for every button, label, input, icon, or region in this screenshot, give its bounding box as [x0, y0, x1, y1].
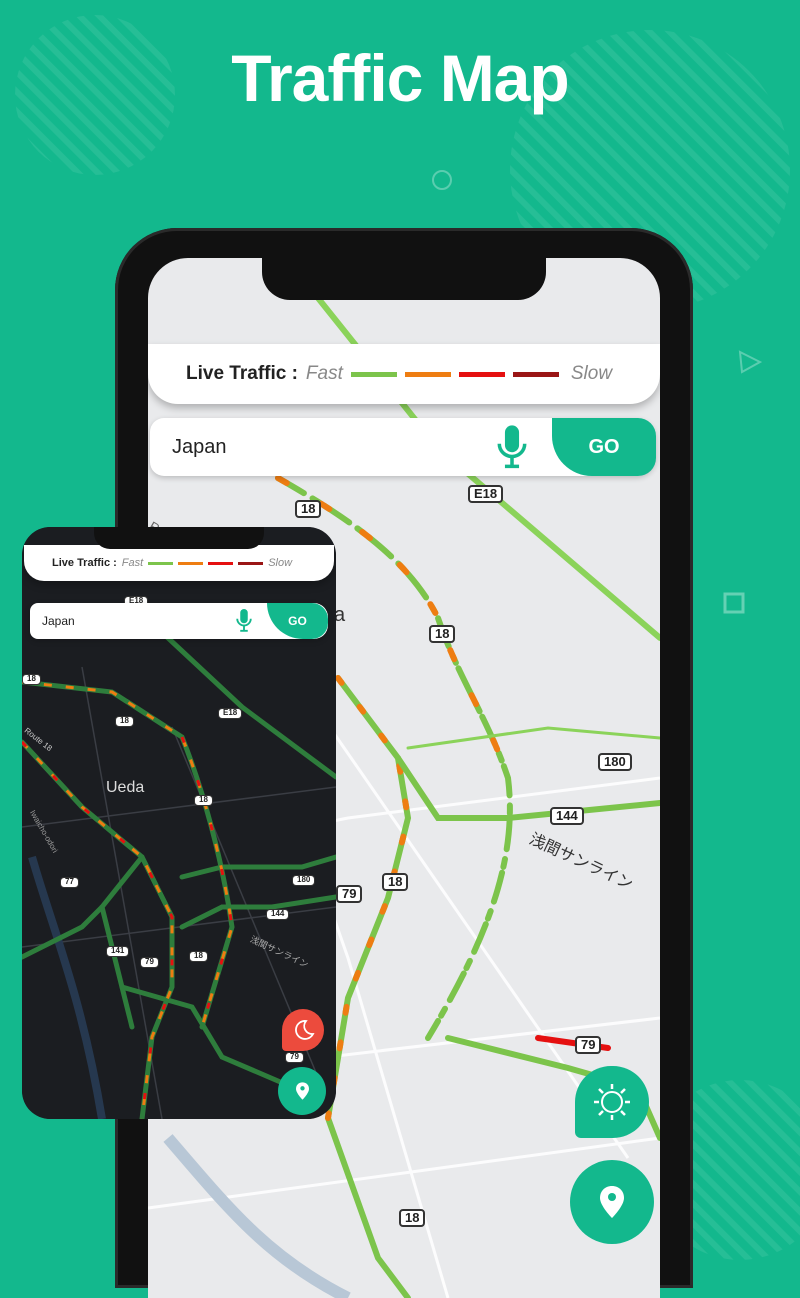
traffic-legend: Live Traffic : Fast Slow [24, 545, 334, 581]
search-bar: Japan GO [150, 418, 656, 476]
legend-bar-slow [512, 371, 559, 377]
legend-bar-heavy [208, 561, 234, 565]
road-shield: 18 [295, 500, 322, 519]
my-location-button[interactable] [278, 1067, 326, 1115]
microphone-icon[interactable] [235, 608, 253, 634]
go-button[interactable]: GO [552, 418, 656, 476]
legend-bar-moderate [178, 561, 204, 565]
road-shield: E18 [468, 485, 504, 504]
location-pin-icon [600, 1186, 624, 1218]
legend-fast: Fast [121, 557, 144, 569]
road-shield: 77 [60, 877, 79, 888]
my-location-button[interactable] [570, 1160, 654, 1244]
traffic-legend: Live Traffic : Fast Slow [148, 344, 660, 404]
inset-phone-frame: E18 18 18 E18 18 180 144 77 141 79 18 18… [22, 527, 336, 1119]
map-label-city: Ueda [106, 779, 145, 796]
road-shield: 144 [266, 909, 290, 920]
road-shield: 18 [194, 795, 213, 806]
legend-slow: Slow [268, 557, 293, 569]
road-shield: 18 [115, 716, 134, 727]
legend-bar-fast [350, 371, 397, 377]
road-shield: 79 [336, 885, 363, 904]
road-shield: 79 [140, 957, 159, 968]
road-shield: 79 [575, 1036, 602, 1055]
road-shield: E18 [218, 708, 243, 719]
search-input[interactable]: Japan [42, 614, 75, 628]
sun-icon [594, 1084, 630, 1120]
search-bar: Japan GO [30, 603, 328, 639]
phone-notch [94, 527, 264, 549]
road-shield: 79 [285, 1052, 304, 1063]
legend-fast: Fast [305, 363, 343, 384]
road-shield: 144 [550, 807, 584, 826]
road-shield: 18 [189, 951, 208, 962]
microphone-icon[interactable] [495, 424, 529, 472]
day-mode-button[interactable] [575, 1066, 649, 1138]
legend-bar-slow [238, 561, 264, 565]
road-shield: 18 [429, 625, 456, 644]
legend-bar-fast [148, 561, 174, 565]
phone-notch [262, 258, 546, 300]
inset-dark-map-screen[interactable]: E18 18 18 E18 18 180 144 77 141 79 18 18… [22, 527, 336, 1119]
road-shield: 180 [598, 753, 632, 772]
legend-label: Live Traffic : [186, 363, 298, 384]
road-shield: 141 [106, 946, 130, 957]
legend-label: Live Traffic : [52, 557, 117, 569]
location-pin-icon [295, 1082, 309, 1100]
go-button[interactable]: GO [267, 603, 328, 639]
moon-icon [295, 1020, 315, 1040]
road-shield: 180 [292, 875, 316, 886]
legend-bar-heavy [458, 371, 505, 377]
road-shield: 18 [399, 1209, 426, 1228]
legend-slow: Slow [570, 363, 613, 384]
night-mode-button[interactable] [282, 1009, 324, 1051]
road-shield: 18 [382, 873, 409, 892]
road-shield: 18 [22, 674, 41, 685]
page-title: Traffic Map [231, 41, 569, 115]
legend-bar-moderate [404, 371, 451, 377]
